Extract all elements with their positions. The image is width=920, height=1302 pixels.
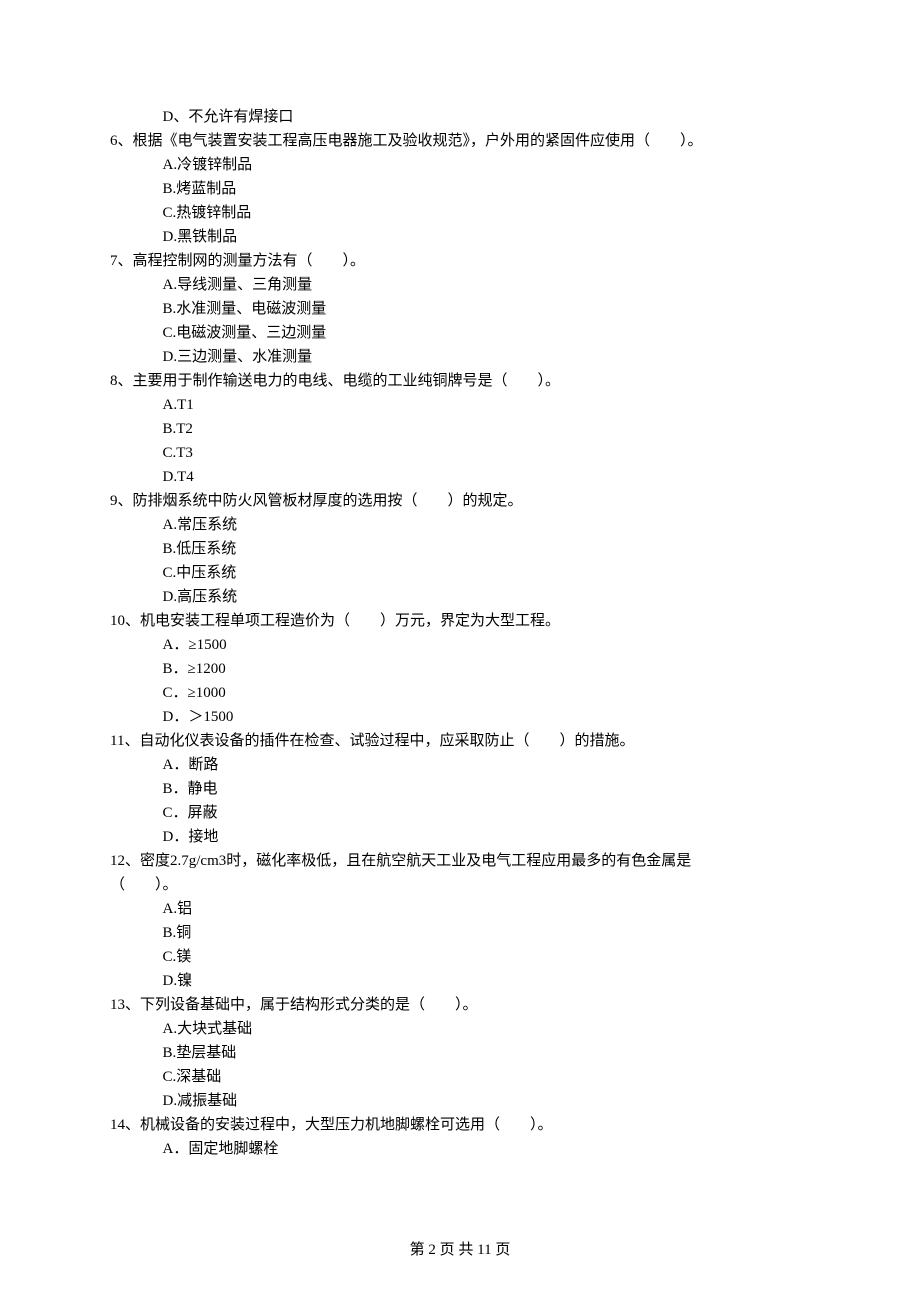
q11-stem: 11、自动化仪表设备的插件在检查、试验过程中，应采取防止（ ）的措施。 — [110, 729, 810, 753]
q9-option-a: A.常压系统 — [110, 513, 810, 537]
q8-option-d: D.T4 — [110, 465, 810, 489]
q6-option-c: C.热镀锌制品 — [110, 201, 810, 225]
q10-option-d: D．＞1500 — [110, 705, 810, 729]
q11-option-a: A．断路 — [110, 753, 810, 777]
q10-stem: 10、机电安装工程单项工程造价为（ ）万元，界定为大型工程。 — [110, 609, 810, 633]
q10-option-c: C．≥1000 — [110, 681, 810, 705]
q13-option-d: D.减振基础 — [110, 1089, 810, 1113]
q12-stem-line1: 12、密度2.7g/cm3时，磁化率极低，且在航空航天工业及电气工程应用最多的有… — [110, 849, 810, 873]
q9-option-c: C.中压系统 — [110, 561, 810, 585]
q7-option-d: D.三边测量、水准测量 — [110, 345, 810, 369]
q5-option-d: D、不允许有焊接口 — [110, 105, 810, 129]
q12-option-b: B.铜 — [110, 921, 810, 945]
q13-option-a: A.大块式基础 — [110, 1017, 810, 1041]
q8-option-b: B.T2 — [110, 417, 810, 441]
q14-option-a: A．固定地脚螺栓 — [110, 1137, 810, 1161]
q13-option-c: C.深基础 — [110, 1065, 810, 1089]
page-footer: 第 2 页 共 11 页 — [0, 1238, 920, 1262]
q6-stem: 6、根据《电气装置安装工程高压电器施工及验收规范》，户外用的紧固件应使用（ ）。 — [110, 129, 810, 153]
q12-stem-line2: （ ）。 — [110, 873, 810, 897]
q10-option-b: B．≥1200 — [110, 657, 810, 681]
q14-stem: 14、机械设备的安装过程中，大型压力机地脚螺栓可选用（ ）。 — [110, 1113, 810, 1137]
q8-stem: 8、主要用于制作输送电力的电线、电缆的工业纯铜牌号是（ ）。 — [110, 369, 810, 393]
q8-option-c: C.T3 — [110, 441, 810, 465]
q7-option-c: C.电磁波测量、三边测量 — [110, 321, 810, 345]
q11-option-d: D．接地 — [110, 825, 810, 849]
q7-option-b: B.水准测量、电磁波测量 — [110, 297, 810, 321]
q7-stem: 7、高程控制网的测量方法有（ ）。 — [110, 249, 810, 273]
q11-option-c: C．屏蔽 — [110, 801, 810, 825]
q10-option-a: A．≥1500 — [110, 633, 810, 657]
q9-option-d: D.高压系统 — [110, 585, 810, 609]
q12-option-c: C.镁 — [110, 945, 810, 969]
q6-option-a: A.冷镀锌制品 — [110, 153, 810, 177]
q13-stem: 13、下列设备基础中，属于结构形式分类的是（ ）。 — [110, 993, 810, 1017]
q8-option-a: A.T1 — [110, 393, 810, 417]
q9-option-b: B.低压系统 — [110, 537, 810, 561]
q13-option-b: B.垫层基础 — [110, 1041, 810, 1065]
q12-option-d: D.镍 — [110, 969, 810, 993]
q7-option-a: A.导线测量、三角测量 — [110, 273, 810, 297]
q11-option-b: B．静电 — [110, 777, 810, 801]
q12-option-a: A.铝 — [110, 897, 810, 921]
q6-option-b: B.烤蓝制品 — [110, 177, 810, 201]
q9-stem: 9、防排烟系统中防火风管板材厚度的选用按（ ）的规定。 — [110, 489, 810, 513]
q6-option-d: D.黑铁制品 — [110, 225, 810, 249]
